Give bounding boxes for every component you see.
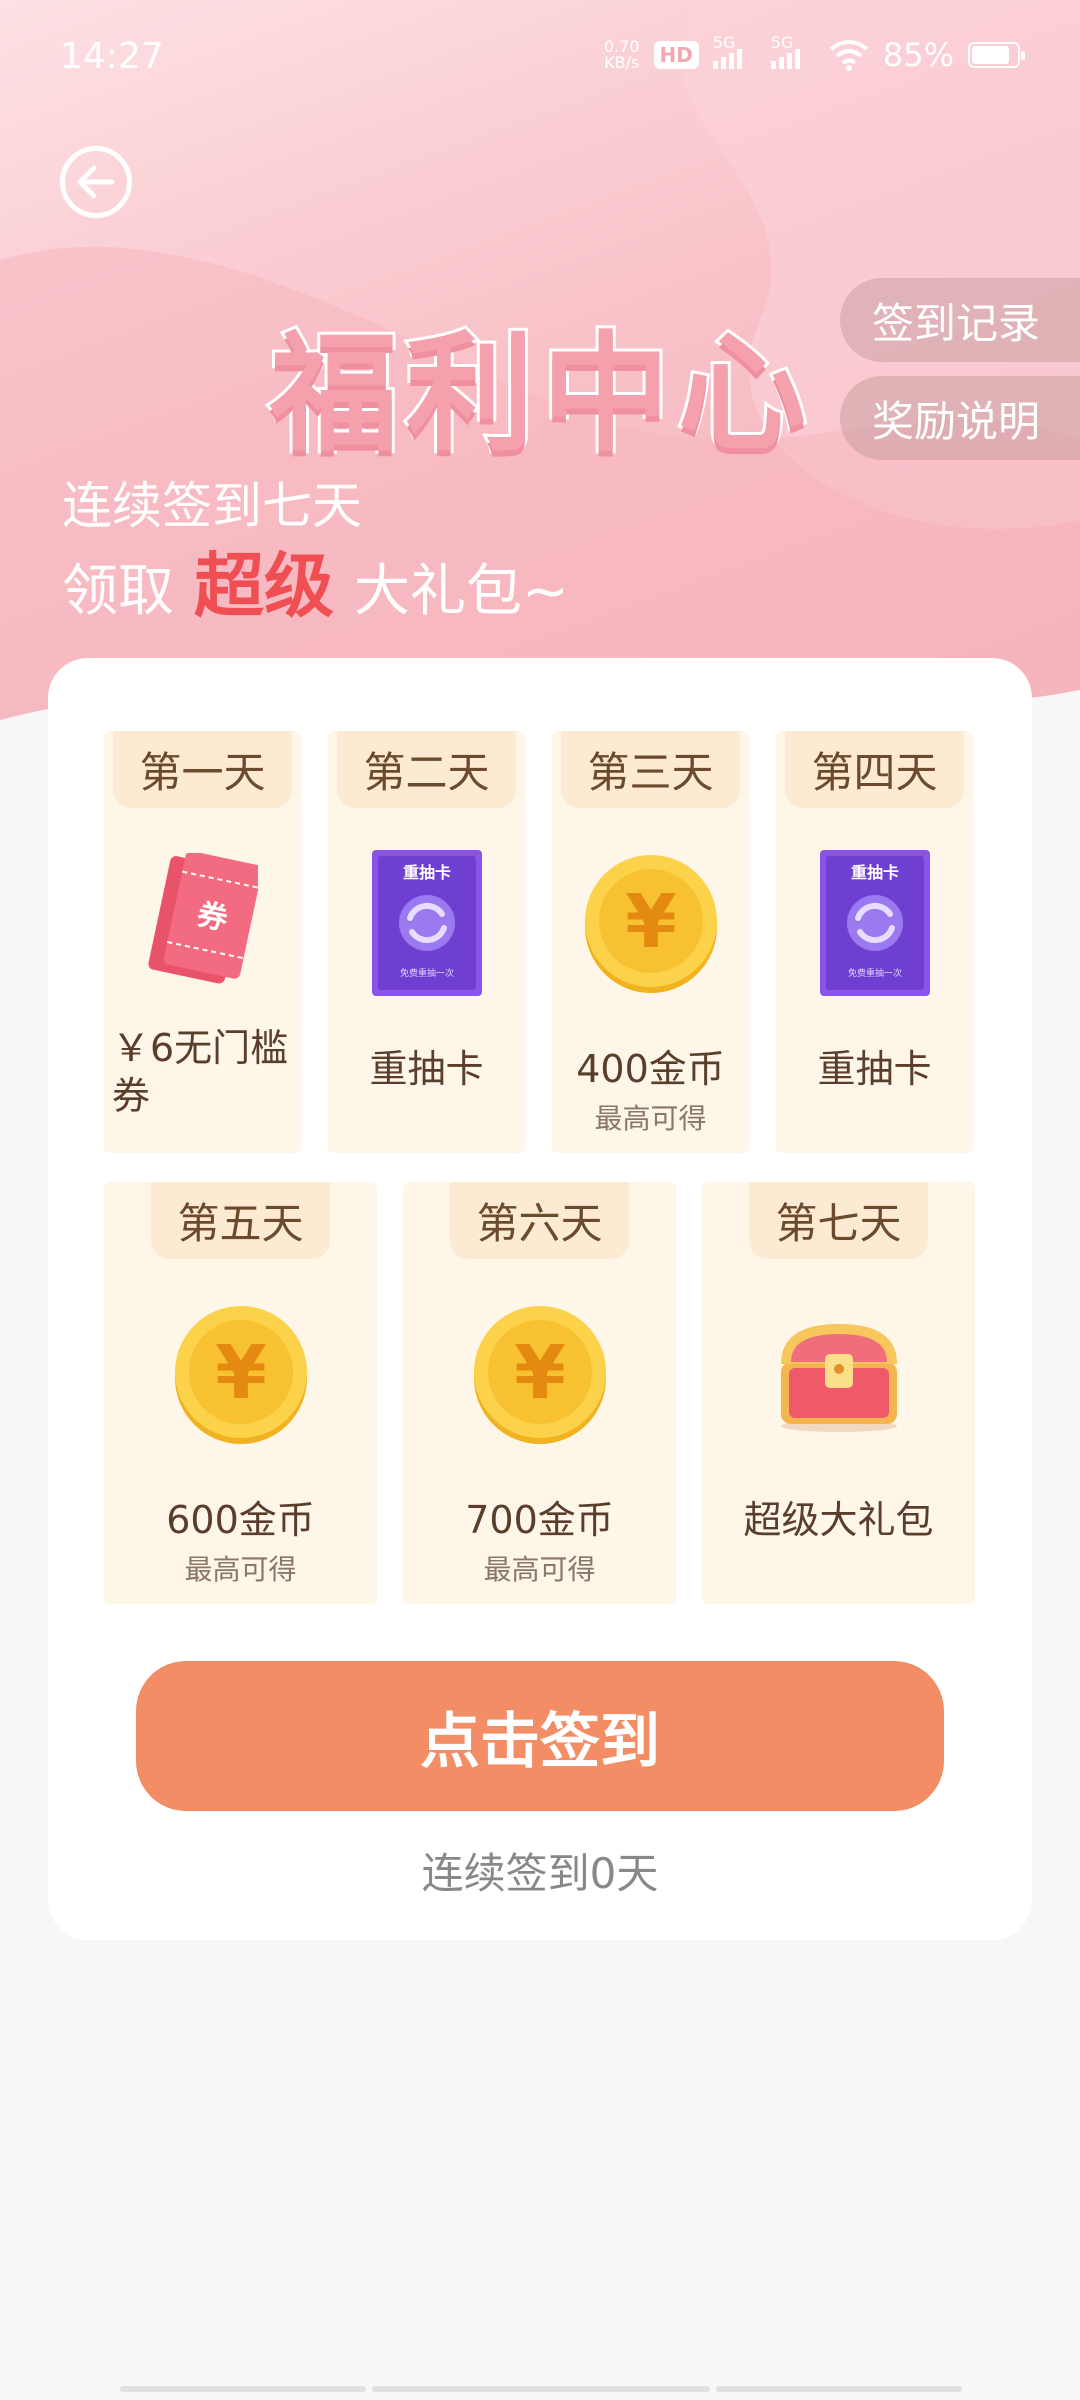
reward-rules-button[interactable]: 奖励说明 [840, 376, 1080, 460]
nav-indicator [372, 2386, 710, 2392]
checkin-records-button[interactable]: 签到记录 [840, 278, 1080, 362]
battery-fill [972, 46, 1010, 64]
reward-note: 最高可得 [184, 1553, 297, 1586]
svg-text:免费重抽一次: 免费重抽一次 [399, 967, 453, 979]
battery-icon [968, 42, 1025, 68]
status-time: 14:27 [60, 36, 164, 77]
day-card-2: 第二天 重抽卡 免费重抽一次 重抽卡 [328, 731, 525, 1153]
promo-line-1: 连续签到七天 [62, 477, 362, 535]
reward-label: 400金币 [576, 1047, 725, 1091]
day-tag: 第三天 [561, 731, 740, 808]
arrow-left-icon [77, 165, 115, 199]
day-tag: 第二天 [337, 731, 516, 808]
reward-note: 最高可得 [483, 1553, 596, 1586]
day-card-5: 第五天 ¥ 600金币 最高可得 [104, 1182, 377, 1604]
day-tag: 第四天 [785, 731, 964, 808]
day-tag: 第七天 [749, 1182, 928, 1259]
hd-icon: HD [653, 41, 699, 69]
day-card-4: 第四天 重抽卡 免费重抽一次 重抽卡 [776, 731, 973, 1153]
day-card-3: 第三天 ¥ 400金币 最高可得 [552, 731, 749, 1153]
promo-line-2: 领取 超级 大礼包~ [62, 530, 569, 631]
gold-coin-icon: ¥ [576, 848, 726, 998]
redraw-card-icon: 重抽卡 免费重抽一次 [352, 848, 502, 998]
signal-icon: 5G [712, 33, 757, 69]
checkin-button[interactable]: 点击签到 [136, 1661, 944, 1811]
reward-note: 最高可得 [594, 1102, 707, 1135]
day-tag: 第一天 [113, 731, 292, 808]
day-card-1: 第一天 券 ￥6无门槛券 [104, 731, 301, 1153]
network-speed: 0.70 KB/s [603, 37, 640, 72]
promo-highlight: 超级 [194, 545, 334, 627]
back-button[interactable] [60, 146, 132, 218]
gold-coin-icon: ¥ [465, 1299, 615, 1449]
svg-text:重抽卡: 重抽卡 [402, 863, 450, 882]
svg-text:重抽卡: 重抽卡 [850, 863, 898, 882]
status-icons: 0.70 KB/s HD 5G 5G 85% [603, 33, 1025, 74]
signal-icon: 5G [770, 33, 815, 69]
treasure-chest-icon [764, 1299, 914, 1449]
streak-text: 连续签到0天 [421, 1849, 659, 1898]
wifi-icon [829, 40, 869, 71]
reward-label: 重抽卡 [817, 1047, 932, 1091]
svg-text:免费重抽一次: 免费重抽一次 [847, 967, 901, 979]
day-card-6: 第六天 ¥ 700金币 最高可得 [403, 1182, 676, 1604]
day-tag: 第六天 [450, 1182, 629, 1259]
nav-indicator [120, 2386, 366, 2392]
day-card-7: 第七天 超级大礼包 [702, 1182, 975, 1604]
reward-label: 600金币 [166, 1498, 315, 1542]
reward-label: 超级大礼包 [743, 1498, 934, 1542]
reward-label: 700金币 [465, 1498, 614, 1542]
status-bar: 14:27 0.70 KB/s HD 5G 5G 85% [0, 0, 1080, 110]
coupon-icon: 券 [128, 848, 278, 998]
battery-percent: 85% [882, 36, 954, 74]
reward-label: 重抽卡 [369, 1047, 484, 1091]
gold-coin-icon: ¥ [166, 1299, 316, 1449]
svg-text:¥: ¥ [215, 1330, 267, 1416]
svg-text:¥: ¥ [625, 879, 677, 965]
page-title: 福利中心 [267, 317, 815, 472]
svg-text:¥: ¥ [514, 1330, 566, 1416]
nav-indicator [716, 2386, 962, 2392]
checkin-card: 第一天 券 ￥6无门槛券 第二天 重抽卡 免费重抽一次 重抽卡 第三天 ¥ 40… [48, 658, 1032, 1940]
redraw-card-icon: 重抽卡 免费重抽一次 [800, 848, 950, 998]
day-tag: 第五天 [151, 1182, 330, 1259]
reward-label: ￥6无门槛券 [112, 1026, 289, 1118]
